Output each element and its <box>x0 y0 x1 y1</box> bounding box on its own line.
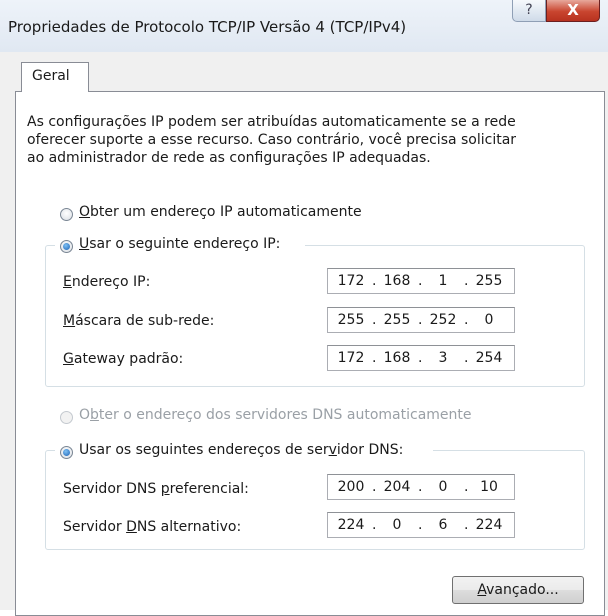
help-button[interactable]: ? <box>512 0 546 22</box>
octet: 200 <box>337 479 365 495</box>
subnet-mask-label: Máscara de sub-rede: <box>63 313 215 329</box>
title-bar: Propriedades de Protocolo TCP/IP Versão … <box>0 0 608 52</box>
separator-dot: . <box>418 479 423 495</box>
octet: 255 <box>475 273 503 289</box>
tab-geral[interactable]: Geral <box>21 62 89 92</box>
ip-auto-label[interactable]: Obter um endereço IP automaticamente <box>79 204 362 220</box>
description-line: As configurações IP podem ser atribuídas… <box>27 114 516 130</box>
ip-manual-radio[interactable] <box>60 240 73 253</box>
octet: 3 <box>438 350 448 366</box>
dns-manual-radio[interactable] <box>60 446 73 459</box>
separator-dot: . <box>372 273 377 289</box>
octet: 0 <box>438 479 448 495</box>
separator-dot: . <box>464 479 469 495</box>
dns-alternate-input[interactable]: 224 . 0 . 6 . 224 <box>327 512 515 538</box>
ip-address-input[interactable]: 172 . 168 . 1 . 255 <box>327 268 515 294</box>
window-title: Propriedades de Protocolo TCP/IP Versão … <box>8 18 407 36</box>
description-line: ao administrador de rede as configuraçõe… <box>27 150 431 166</box>
gateway-input[interactable]: 172 . 168 . 3 . 254 <box>327 345 515 371</box>
octet: 168 <box>383 273 411 289</box>
separator-dot: . <box>372 479 377 495</box>
octet: 255 <box>383 312 411 328</box>
separator-dot: . <box>418 517 423 533</box>
separator-dot: . <box>372 350 377 366</box>
dns-auto-radio[interactable] <box>60 411 73 424</box>
octet: 1 <box>438 273 448 289</box>
separator-dot: . <box>418 350 423 366</box>
separator-dot: . <box>418 312 423 328</box>
octet: 255 <box>337 312 365 328</box>
dns-preferred-input[interactable]: 200 . 204 . 0 . 10 <box>327 474 515 500</box>
separator-dot: . <box>464 273 469 289</box>
description-line: oferecer suporte a esse recurso. Caso co… <box>27 132 517 148</box>
octet: 224 <box>475 517 503 533</box>
close-button[interactable]: X <box>546 0 600 22</box>
ip-auto-radio[interactable] <box>60 208 73 221</box>
separator-dot: . <box>418 273 423 289</box>
octet: 254 <box>475 350 503 366</box>
octet: 252 <box>429 312 457 328</box>
ip-manual-label[interactable]: Usar o seguinte endereço IP: <box>79 236 280 252</box>
octet: 0 <box>484 312 494 328</box>
separator-dot: . <box>372 517 377 533</box>
separator-dot: . <box>372 312 377 328</box>
dns-manual-label[interactable]: Usar os seguintes endereços de servidor … <box>79 442 403 458</box>
separator-dot: . <box>464 517 469 533</box>
octet: 168 <box>383 350 411 366</box>
description-text: As configurações IP podem ser atribuídas… <box>27 113 587 167</box>
octet: 172 <box>337 350 365 366</box>
subnet-mask-input[interactable]: 255 . 255 . 252 . 0 <box>327 307 515 333</box>
gateway-label: Gateway padrão: <box>63 351 184 367</box>
octet: 172 <box>337 273 365 289</box>
octet: 224 <box>337 517 365 533</box>
ip-address-label: Endereço IP: <box>63 274 151 290</box>
octet: 0 <box>392 517 402 533</box>
dns-preferred-label: Servidor DNS preferencial: <box>63 481 249 497</box>
separator-dot: . <box>464 350 469 366</box>
separator-dot: . <box>464 312 469 328</box>
dns-auto-label[interactable]: Obter o endereço dos servidores DNS auto… <box>79 407 472 423</box>
octet: 6 <box>438 517 448 533</box>
octet: 204 <box>383 479 411 495</box>
advanced-button[interactable]: Avançado... <box>452 576 584 604</box>
dns-alternate-label: Servidor DNS alternativo: <box>63 519 242 535</box>
octet: 10 <box>480 479 498 495</box>
